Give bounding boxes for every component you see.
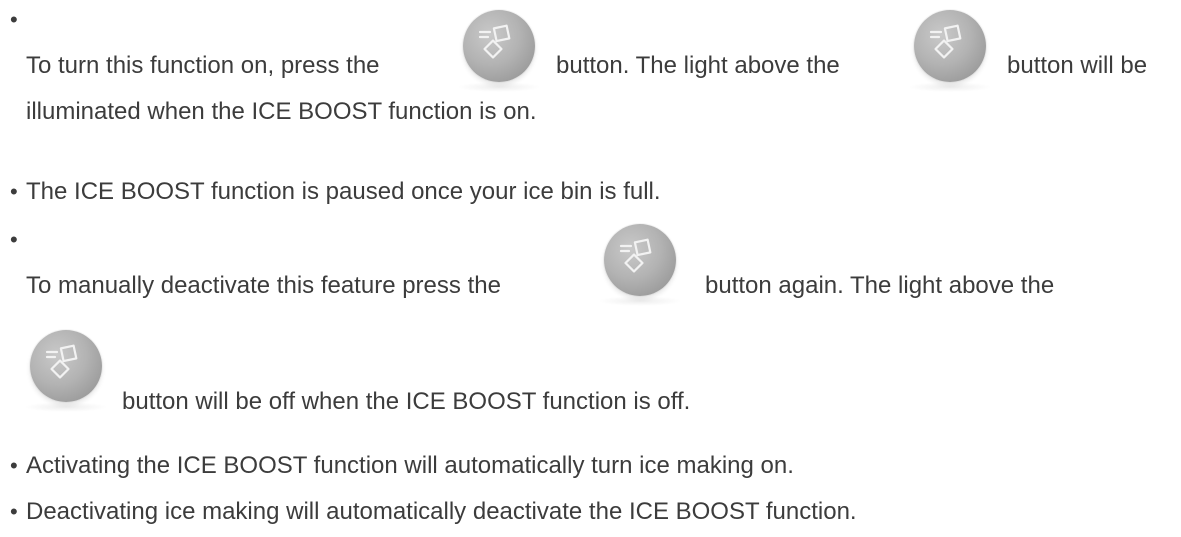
item-text: To manually deactivate this feature pres…: [26, 272, 501, 299]
bullet: •: [10, 499, 18, 524]
list-item: • Activating the ICE BOOST function will…: [0, 446, 1181, 486]
item-text: Deactivating ice making will automatical…: [26, 498, 857, 525]
item-text: button will be: [1007, 52, 1148, 79]
item-line: button will be: [1007, 46, 1147, 86]
item-text: button will be off when the ICE BOOST fu…: [122, 388, 691, 415]
bullet: •: [10, 227, 18, 252]
item-line: button will be off when the ICE BOOST fu…: [122, 382, 690, 422]
item-line: illuminated when the ICE BOOST function …: [26, 92, 536, 132]
item-line: To turn this function on, press the: [26, 46, 380, 86]
ice-boost-icon: [598, 224, 682, 306]
item-text: button. The light above the: [556, 52, 840, 79]
item-text: illuminated when the ICE BOOST function …: [26, 98, 537, 125]
item-text: Activating the ICE BOOST function will a…: [26, 452, 794, 479]
bullet: •: [10, 179, 18, 204]
bullet: •: [10, 7, 18, 32]
bullet: •: [10, 453, 18, 478]
list-item: • The ICE BOOST function is paused once …: [0, 172, 1181, 212]
item-text: button again. The light above the: [705, 272, 1055, 299]
item-line: To manually deactivate this feature pres…: [26, 266, 501, 306]
item-line: button again. The light above the: [705, 266, 1054, 306]
instructions-page: • To turn this function on, press the bu…: [0, 0, 1181, 537]
item-line: button. The light above the: [556, 46, 840, 86]
item-text: The ICE BOOST function is paused once yo…: [26, 178, 661, 205]
item-text: To turn this function on, press the: [26, 52, 380, 79]
ice-boost-icon: [457, 10, 541, 92]
ice-boost-icon: [24, 330, 108, 412]
list-item: • Deactivating ice making will automatic…: [0, 492, 1181, 532]
ice-boost-icon: [908, 10, 992, 92]
